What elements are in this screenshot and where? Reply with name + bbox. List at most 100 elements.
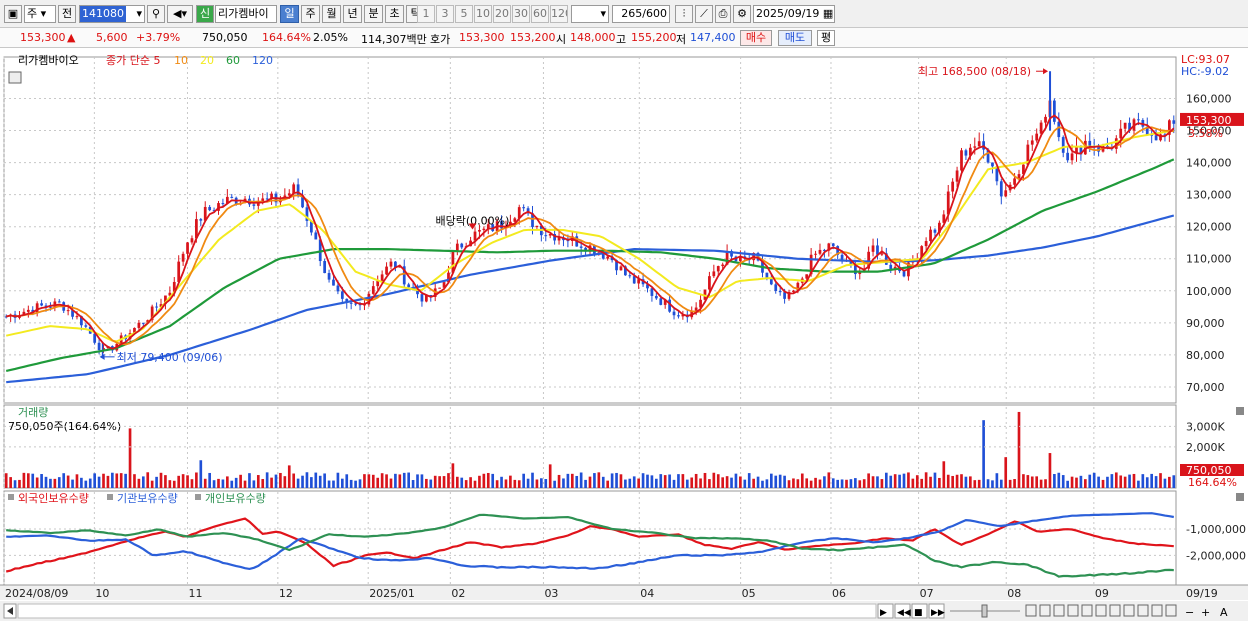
volume-bar bbox=[708, 479, 711, 488]
date-input[interactable]: 2025/09/19 ▦ bbox=[753, 5, 835, 23]
volume-bar bbox=[128, 428, 132, 488]
candle-body bbox=[1123, 122, 1127, 129]
timeframe-button-4[interactable]: 분 bbox=[364, 5, 383, 23]
volume-bar bbox=[814, 477, 817, 488]
volume-bar bbox=[588, 476, 592, 488]
buy-button[interactable]: 매수 bbox=[740, 30, 772, 46]
candle-body bbox=[1088, 140, 1092, 146]
x-tick-label-5: 02 bbox=[451, 587, 465, 600]
settings-icon[interactable]: ⚙ bbox=[733, 5, 751, 23]
volume-bar bbox=[13, 480, 17, 488]
scrollbar-track bbox=[17, 603, 877, 619]
volume-bar bbox=[659, 474, 663, 488]
candle-body bbox=[314, 232, 318, 240]
volume-bar bbox=[884, 472, 888, 488]
volume-bar bbox=[955, 474, 959, 488]
draw-line-icon[interactable]: ⟋ bbox=[695, 5, 713, 23]
interval-button-5[interactable]: 5 bbox=[455, 5, 473, 23]
volume-bar bbox=[739, 476, 742, 488]
save-icon[interactable]: ⎙ bbox=[715, 5, 731, 23]
volume-bar bbox=[9, 477, 12, 488]
volume-bar bbox=[685, 479, 689, 488]
count-input[interactable]: 265/600 bbox=[612, 5, 670, 23]
volume-bar bbox=[579, 472, 583, 488]
volume-bar bbox=[1030, 476, 1034, 488]
volume-bar bbox=[482, 473, 486, 488]
timeframe-button-5[interactable]: 초 bbox=[385, 5, 404, 23]
candle-body bbox=[190, 238, 194, 243]
code-dropdown-icon[interactable]: ▾ bbox=[136, 6, 144, 22]
volume-tick-0: 3,000K bbox=[1186, 420, 1225, 433]
volume-bar bbox=[1066, 480, 1069, 488]
candle-body bbox=[973, 146, 977, 148]
volume-bar bbox=[920, 478, 924, 488]
interval-button-30[interactable]: 30 bbox=[512, 5, 530, 23]
scope-button[interactable]: 전 bbox=[58, 5, 76, 23]
volume-bar bbox=[601, 476, 605, 488]
candle-body bbox=[1066, 152, 1070, 161]
candle-body bbox=[544, 235, 548, 237]
volume-bar bbox=[203, 478, 207, 488]
stock-name: 리가켐바이 bbox=[215, 5, 277, 23]
x-tick-label-9: 06 bbox=[832, 587, 846, 600]
volume-bar bbox=[124, 473, 127, 488]
volume-bar bbox=[960, 474, 963, 488]
candle-icon[interactable]: ⫶ bbox=[675, 5, 693, 23]
candle-body bbox=[579, 246, 583, 248]
timeframe-button-3[interactable]: 년 bbox=[343, 5, 362, 23]
sound-icon[interactable]: ◀▾ bbox=[167, 5, 193, 23]
candle-body bbox=[336, 285, 340, 292]
volume-bar bbox=[195, 472, 198, 488]
period-select[interactable]: 주 ▾ bbox=[24, 5, 56, 23]
interval-button-120[interactable]: 120 bbox=[550, 5, 568, 23]
candle-body bbox=[814, 253, 817, 255]
nav-button-label-3: ▶▶ bbox=[931, 608, 945, 618]
sell-button[interactable]: 매도 bbox=[778, 30, 812, 46]
volume-bar bbox=[252, 480, 256, 488]
candle-body bbox=[137, 322, 141, 328]
volume-bar bbox=[796, 479, 800, 488]
stock-chart[interactable]: 최고 168,500 (08/18)최저 79,400 (09/06)배당락(0… bbox=[0, 48, 1248, 621]
volume-bar bbox=[783, 475, 786, 488]
volume-bar bbox=[248, 473, 251, 488]
range-dropdown[interactable]: ▾ bbox=[571, 5, 609, 23]
interval-button-10[interactable]: 10 bbox=[474, 5, 492, 23]
hc-label: HC:-9.02 bbox=[1181, 65, 1229, 78]
timeframe-button-2[interactable]: 월 bbox=[322, 5, 341, 23]
candle-body bbox=[438, 287, 442, 289]
interval-button-1[interactable]: 1 bbox=[417, 5, 435, 23]
interval-button-3[interactable]: 3 bbox=[436, 5, 454, 23]
high: 155,200 bbox=[631, 31, 677, 44]
search-icon[interactable]: ⚲ bbox=[147, 5, 165, 23]
window-menu-icon[interactable]: ▣ bbox=[4, 5, 22, 23]
y-tick-label-7: 90,000 bbox=[1186, 317, 1225, 330]
interval-button-20[interactable]: 20 bbox=[493, 5, 511, 23]
calendar-icon[interactable]: ▦ bbox=[823, 7, 833, 20]
candle-body bbox=[721, 264, 725, 267]
volume-bar bbox=[898, 474, 901, 488]
volume-bar bbox=[787, 480, 791, 488]
timeframe-button-1[interactable]: 주 bbox=[301, 5, 320, 23]
candle-body bbox=[628, 275, 632, 277]
candle-body bbox=[141, 322, 145, 324]
holdings-legend-0: 외국인보유수량 bbox=[18, 492, 89, 505]
volume-bar bbox=[1132, 473, 1136, 488]
volume-bar bbox=[575, 475, 579, 488]
volume-bar bbox=[1141, 474, 1145, 488]
zoom-out-icon: − bbox=[1185, 606, 1194, 619]
volume-bar bbox=[677, 474, 680, 488]
eval-button[interactable]: 평 bbox=[817, 30, 835, 46]
pct-tag: 3.58% bbox=[1188, 127, 1223, 140]
volume-bar bbox=[1004, 457, 1008, 488]
code-input[interactable]: 141080 ▾ bbox=[79, 5, 145, 23]
volume-bar bbox=[867, 473, 870, 488]
volume-bar bbox=[1048, 453, 1052, 488]
timeframe-button-0[interactable]: 일 bbox=[280, 5, 299, 23]
volume-bar bbox=[168, 480, 172, 488]
volume-bar bbox=[4, 473, 8, 488]
interval-button-60[interactable]: 60 bbox=[531, 5, 549, 23]
candle-body bbox=[1061, 137, 1065, 153]
candle-body bbox=[1004, 190, 1008, 197]
x-tick-label-0: 2024/08/09 bbox=[5, 587, 68, 600]
volume-bar bbox=[1159, 473, 1162, 488]
